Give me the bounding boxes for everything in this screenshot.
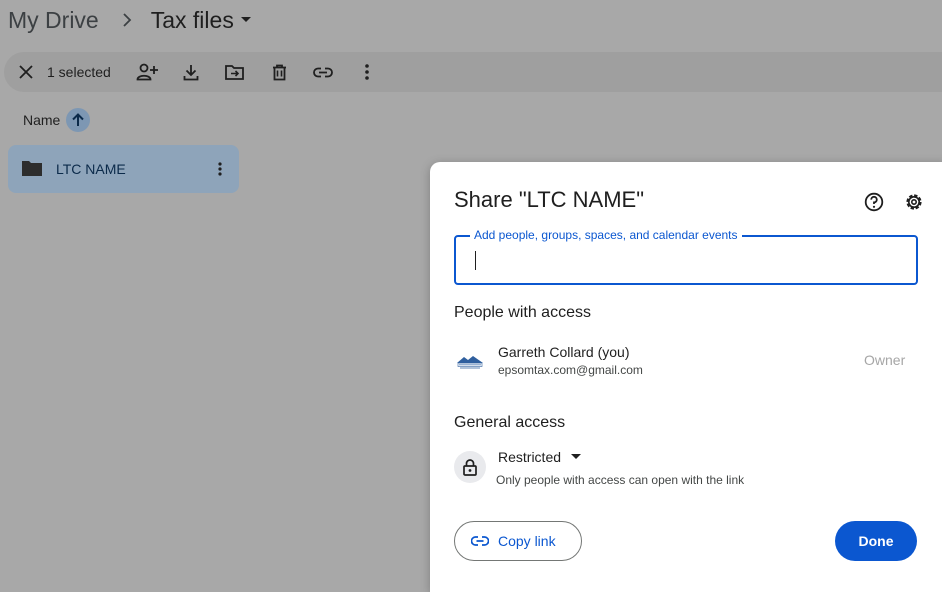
link-icon [471, 536, 489, 546]
copy-link-label: Copy link [498, 533, 556, 549]
folder-name: LTC NAME [56, 161, 126, 177]
person-name: Garreth Collard (you) [498, 344, 630, 360]
copy-link-toolbar-button[interactable] [312, 61, 334, 83]
arrow-up-icon [72, 113, 85, 127]
list-item[interactable]: LTC NAME [8, 145, 239, 193]
text-cursor [475, 251, 476, 270]
move-icon [224, 64, 244, 80]
lock-icon [463, 458, 477, 476]
breadcrumb: My Drive Tax files [8, 4, 252, 36]
person-role: Owner [864, 352, 906, 368]
done-button[interactable]: Done [835, 521, 917, 561]
add-people-input[interactable] [474, 249, 894, 271]
people-with-access-heading: People with access [454, 304, 591, 321]
column-header: Name [23, 108, 91, 132]
help-icon [864, 192, 884, 212]
more-vert-icon [365, 64, 369, 80]
download-icon [183, 64, 199, 81]
settings-button[interactable] [903, 191, 925, 213]
dialog-title: Share "LTC NAME" [454, 187, 645, 212]
close-icon [19, 65, 33, 79]
share-dialog: Share "LTC NAME" Add people, groups, spa… [430, 162, 942, 592]
more-vert-icon [218, 162, 222, 176]
sort-direction-button[interactable] [66, 108, 91, 132]
general-access-dropdown[interactable]: Restricted [498, 449, 582, 465]
add-people-label: Add people, groups, spaces, and calendar… [470, 228, 742, 242]
chevron-right-icon [121, 13, 133, 27]
general-access-value: Restricted [498, 449, 562, 465]
gear-icon [904, 192, 924, 212]
trash-icon [272, 64, 287, 81]
copy-link-button[interactable]: Copy link [454, 521, 582, 561]
column-name-label[interactable]: Name [23, 112, 60, 128]
avatar [454, 347, 486, 379]
share-button[interactable] [136, 61, 158, 83]
move-button[interactable] [223, 61, 245, 83]
download-button[interactable] [180, 61, 202, 83]
caret-down-icon [571, 454, 582, 460]
add-people-field: Add people, groups, spaces, and calendar… [454, 228, 918, 285]
folder-more-button[interactable] [209, 158, 231, 180]
person-email: epsomtax.com@gmail.com [498, 363, 643, 377]
caret-down-icon [240, 16, 252, 24]
selection-toolbar: 1 selected [4, 52, 942, 92]
more-actions-button[interactable] [356, 61, 378, 83]
clear-selection-button[interactable] [15, 61, 37, 83]
breadcrumb-current-folder[interactable]: Tax files [151, 7, 252, 34]
selected-count: 1 selected [47, 64, 111, 80]
general-access-description: Only people with access can open with th… [496, 473, 745, 487]
general-access-heading: General access [454, 414, 566, 431]
link-icon [313, 67, 333, 78]
breadcrumb-current-label: Tax files [150, 6, 234, 33]
delete-button[interactable] [268, 61, 290, 83]
breadcrumb-my-drive[interactable]: My Drive [8, 7, 99, 34]
share-icon [136, 63, 158, 81]
folder-icon [21, 159, 43, 177]
help-button[interactable] [863, 191, 885, 213]
general-access-icon-badge [454, 451, 486, 483]
